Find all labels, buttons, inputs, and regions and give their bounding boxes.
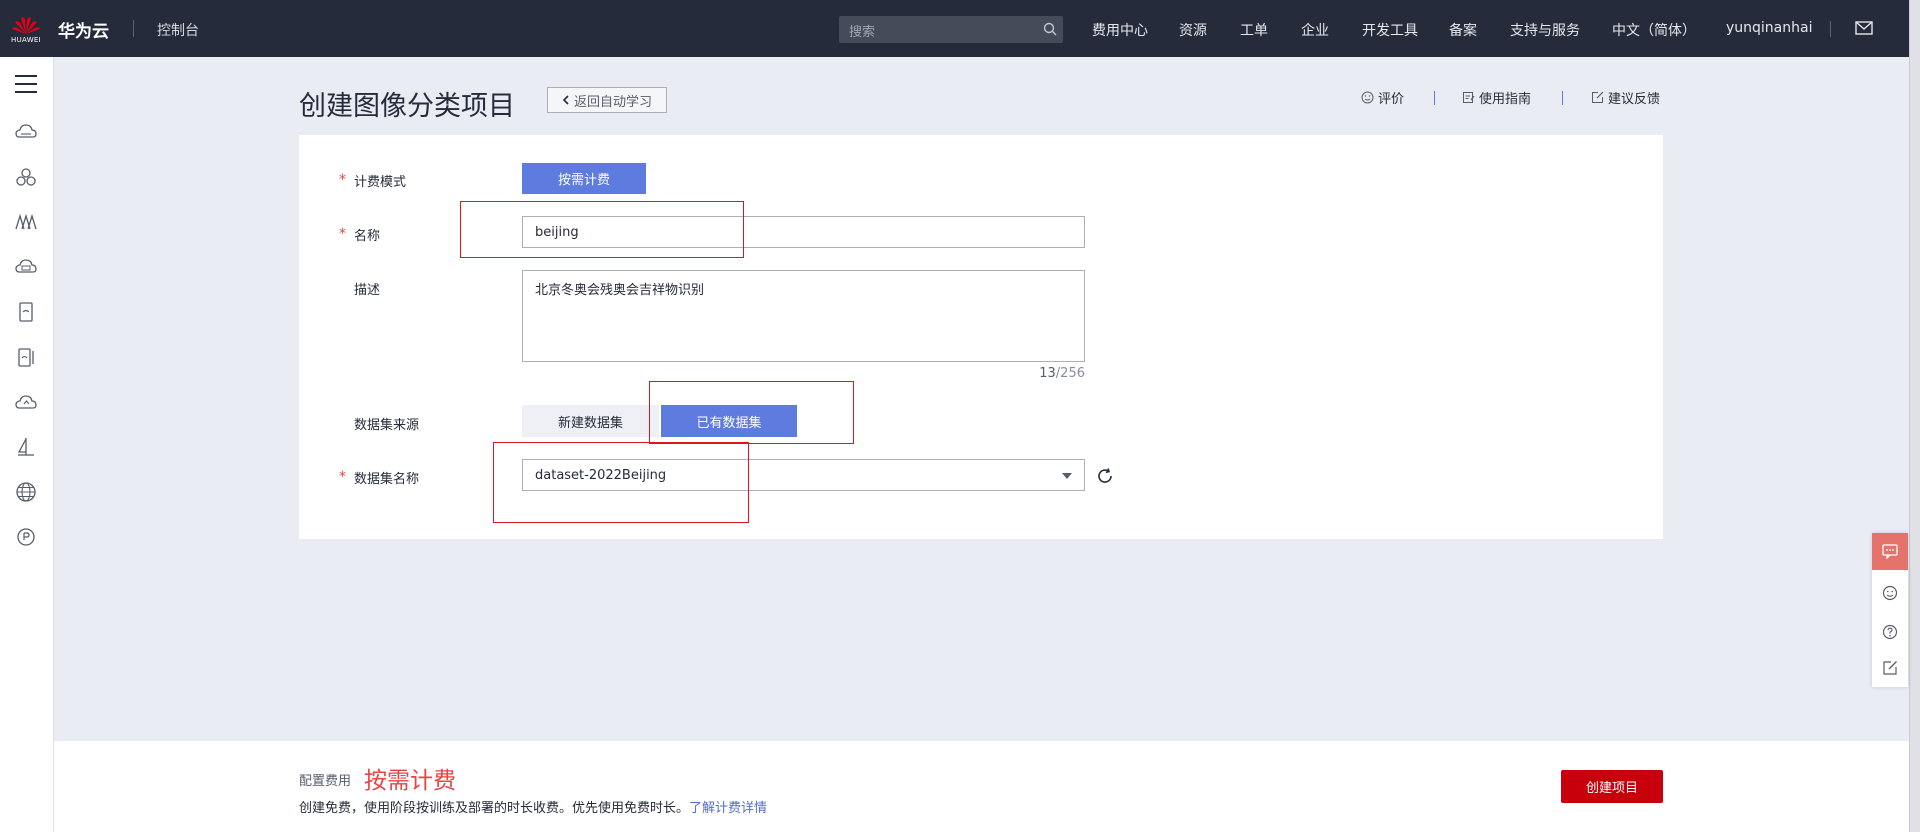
billing-mode-label: 计费模式 <box>354 175 407 190</box>
config-fee-label: 配置费用 <box>299 774 352 789</box>
search-icon[interactable] <box>1043 22 1057 36</box>
description-label: 描述 <box>354 283 381 298</box>
nav-icp-filing[interactable]: 备案 <box>1449 20 1477 40</box>
caret-down-icon <box>1062 473 1072 479</box>
dataset-name-label: 数据集名称 <box>354 472 420 487</box>
guide-icon <box>1463 92 1475 103</box>
create-project-button[interactable]: 创建项目 <box>1561 770 1663 803</box>
globe-icon[interactable] <box>14 480 38 504</box>
cloud-icon[interactable] <box>14 120 38 144</box>
new-dataset-option[interactable]: 新建数据集 <box>522 405 659 437</box>
refresh-icon[interactable] <box>1096 467 1114 485</box>
nav-resources[interactable]: 资源 <box>1179 20 1207 40</box>
nav-dev-tools[interactable]: 开发工具 <box>1362 20 1418 40</box>
divider <box>1562 91 1563 105</box>
annotation-box-dataset-name <box>493 442 749 523</box>
mail-icon[interactable] <box>1855 21 1873 35</box>
logo-text: HUAWEI <box>11 36 42 44</box>
service-sidebar <box>0 57 54 832</box>
chat-icon <box>1882 544 1898 559</box>
user-guide-link[interactable]: 使用指南 <box>1462 88 1531 107</box>
device-icon[interactable] <box>14 300 38 324</box>
badge-icon[interactable] <box>14 525 38 549</box>
menu-icon[interactable] <box>15 74 37 94</box>
billing-note: 创建免费，使用阶段按训练及部署的时长收费。优先使用免费时长。了解计费详情 <box>299 797 767 816</box>
cloud-upload-icon[interactable] <box>14 390 38 414</box>
edit-icon <box>1592 91 1604 103</box>
rate-link[interactable]: 评价 <box>1361 88 1404 107</box>
divider <box>1830 21 1831 37</box>
divider <box>133 20 134 37</box>
annotation-box-name <box>460 201 744 258</box>
dataset-source-label: 数据集来源 <box>354 418 420 433</box>
divider <box>1434 91 1435 105</box>
nav-username[interactable]: yunqinanhai <box>1726 20 1812 36</box>
char-count: 13 <box>1039 366 1056 381</box>
back-label: 返回自动学习 <box>573 94 652 110</box>
char-max: /256 <box>1055 366 1085 381</box>
search-input[interactable]: 搜索 <box>839 16 1063 43</box>
page-title: 创建图像分类项目 <box>299 91 515 122</box>
window-scrollbar[interactable] <box>1909 0 1920 832</box>
billing-details-link[interactable]: 了解计费详情 <box>689 801 767 816</box>
nav-billing-center[interactable]: 费用中心 <box>1092 20 1148 40</box>
required-mark: * <box>339 226 346 242</box>
brand-name[interactable]: 华为云 <box>58 17 109 42</box>
billing-note-text: 创建免费，使用阶段按训练及部署的时长收费。优先使用免费时长。 <box>299 801 690 816</box>
floating-tools-panel <box>1872 533 1908 687</box>
feedback-label: 建议反馈 <box>1608 92 1661 107</box>
feedback-link[interactable]: 建议反馈 <box>1591 88 1660 107</box>
required-mark: * <box>339 469 346 485</box>
chat-button[interactable] <box>1872 533 1908 570</box>
guide-label: 使用指南 <box>1479 92 1532 107</box>
modelarts-icon[interactable] <box>14 210 38 234</box>
top-navbar: HUAWEI 华为云 控制台 搜索 费用中心 资源 工单 企业 开发工具 备案 … <box>0 0 1909 57</box>
description-field[interactable]: 北京冬奥会残奥会吉祥物识别 <box>522 270 1085 362</box>
smile-feedback-icon[interactable] <box>1882 585 1898 601</box>
annotation-box-existing-dataset <box>649 381 854 444</box>
edit-note-icon[interactable] <box>1882 660 1898 676</box>
help-icon[interactable] <box>1882 624 1898 640</box>
rate-label: 评价 <box>1378 92 1405 107</box>
search-placeholder: 搜索 <box>849 25 876 40</box>
nav-tickets[interactable]: 工单 <box>1240 20 1268 40</box>
config-fee-value: 按需计费 <box>364 768 456 794</box>
description-char-counter: 13/256 <box>1030 366 1085 381</box>
nav-language[interactable]: 中文（简体） <box>1612 20 1696 40</box>
console-link[interactable]: 控制台 <box>157 20 199 40</box>
name-label: 名称 <box>354 229 381 244</box>
nav-enterprise[interactable]: 企业 <box>1301 20 1329 40</box>
devices-icon[interactable] <box>14 345 38 369</box>
back-to-autolearning-button[interactable]: 返回自动学习 <box>547 87 667 113</box>
cloud-storage-icon[interactable] <box>14 255 38 279</box>
chevron-left-icon <box>562 95 569 105</box>
required-mark: * <box>339 172 346 188</box>
ship-icon[interactable] <box>14 435 38 459</box>
smile-icon <box>1361 91 1374 104</box>
nav-support[interactable]: 支持与服务 <box>1510 20 1580 40</box>
on-demand-billing-button[interactable]: 按需计费 <box>522 163 646 194</box>
cluster-icon[interactable] <box>14 165 38 189</box>
